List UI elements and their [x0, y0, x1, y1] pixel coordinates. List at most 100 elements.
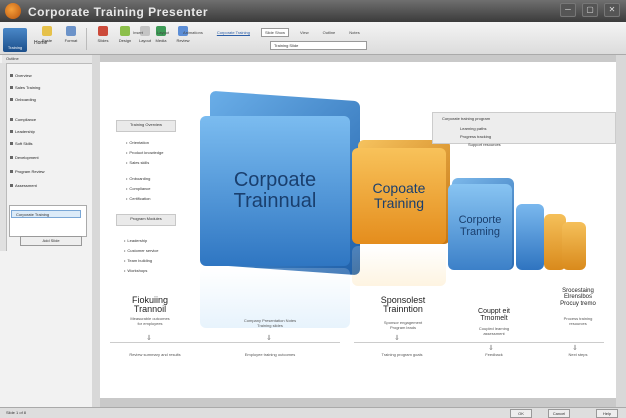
bullet-item: Compliance: [126, 186, 150, 191]
footer-note: Training program goals: [381, 352, 423, 357]
format-label: Format: [64, 38, 78, 43]
sidebar-scrollbar[interactable]: [0, 63, 7, 251]
design-icon: [120, 26, 130, 36]
sidebar-item-leadership[interactable]: Leadership: [10, 129, 35, 134]
sidebar-item-compliance[interactable]: Compliance: [10, 117, 36, 122]
footer-note: Employee training outcomes: [244, 352, 296, 357]
design-label: Design: [118, 38, 132, 43]
slides-icon: [98, 26, 108, 36]
bullet-item: Customer service: [124, 248, 158, 253]
down-arrow-icon: ⇓: [488, 345, 494, 352]
close-button[interactable]: ✕: [604, 3, 620, 17]
slide-name-input[interactable]: Training Slide: [270, 41, 367, 50]
caption-subtitle: Company Presentation Notes Training slid…: [243, 318, 297, 329]
training-overview-label: Training Overview: [116, 120, 176, 132]
tab-corporate-training[interactable]: Corporate Training: [214, 29, 253, 36]
panel-line: Learning paths: [460, 126, 487, 131]
review-label: Review: [176, 38, 190, 43]
divider-line: [110, 342, 340, 343]
bullet-item: Leadership: [124, 238, 147, 243]
bullet-item: Orientation: [126, 140, 149, 145]
bullet-icon: [10, 156, 13, 159]
add-slide-button[interactable]: Add Slide: [20, 236, 82, 246]
sidebar-item-label: Leadership: [15, 129, 35, 134]
title-bar: Corporate Training Presenter ─ ▢ ✕: [0, 0, 626, 22]
format-button[interactable]: Format: [60, 26, 82, 50]
paste-button[interactable]: Paste: [36, 26, 58, 50]
bullet-icon: [10, 86, 13, 89]
sidebar-item-sales-training[interactable]: Sales Training: [10, 85, 40, 90]
clipboard-icon: [42, 26, 52, 36]
sidebar-item-program-review[interactable]: Program Review: [10, 169, 45, 174]
slide-canvas: Training Overview Orientation Product kn…: [100, 62, 616, 398]
sidebar-header: Outline: [2, 55, 92, 64]
down-arrow-icon: ⇓: [146, 335, 152, 342]
window-title: Corporate Training Presenter: [28, 5, 209, 19]
outline-sidebar: Outline Overview Sales Training Onboardi…: [0, 55, 93, 407]
caption-title: Couppt eit Trnomelt: [478, 308, 510, 323]
ribbon-divider: [86, 28, 87, 50]
slides-button[interactable]: Slides: [92, 26, 114, 50]
canvas-right-scrollbar[interactable]: [616, 55, 626, 407]
tab-view[interactable]: View: [297, 29, 312, 36]
bullet-icon: [10, 98, 13, 101]
caption-subtitle: Process training resources: [563, 316, 593, 327]
cube-medium: Copoate Training: [352, 148, 446, 244]
media-label: Media: [155, 38, 167, 43]
sidebar-selected-item[interactable]: Corporate Training: [11, 210, 81, 218]
bullet-icon: [10, 142, 13, 145]
bullet-icon: [10, 170, 13, 173]
tab-outline[interactable]: Outline: [320, 29, 339, 36]
sidebar-item-development[interactable]: Development: [10, 155, 39, 160]
tab-animations[interactable]: Animations: [180, 29, 206, 36]
caption-title: Fiokuiing Trannoil: [131, 295, 169, 315]
sidebar-item-label: Development: [15, 155, 39, 160]
sidebar-item-onboarding[interactable]: Onboarding: [10, 97, 36, 102]
down-arrow-icon: ⇓: [266, 335, 272, 342]
bullet-icon: [10, 74, 13, 77]
maximize-button[interactable]: ▢: [582, 3, 598, 17]
slides-label: Slides: [97, 38, 109, 43]
paste-label: Paste: [41, 38, 53, 43]
bullet-item: Team building: [124, 258, 152, 263]
tab-slide-show[interactable]: Slide Show: [260, 28, 289, 37]
down-arrow-icon: ⇓: [394, 335, 400, 342]
ribbon-logo-label: Training: [7, 45, 23, 50]
cube-medium-reflection: [352, 246, 446, 286]
tab-layout[interactable]: Layout: [154, 29, 172, 36]
sidebar-item-label: Overview: [15, 73, 32, 78]
cube-large: Corpoate Trainnual: [200, 116, 350, 266]
sidebar-item-soft-skills[interactable]: Soft Skills: [10, 141, 33, 146]
bullet-icon: [10, 184, 13, 187]
ribbon-toolbar: Training Home Paste Format Slides Design…: [0, 22, 626, 55]
app-logo-icon: [5, 3, 21, 19]
footer-note: Review summary and results: [129, 352, 181, 357]
bullet-icon: [10, 130, 13, 133]
bullet-item: Product knowledge: [126, 150, 163, 155]
bullet-item: Sales skills: [126, 160, 149, 165]
caption-subtitle: Coupled learning assessment: [478, 326, 510, 337]
tab-notes[interactable]: Notes: [346, 29, 362, 36]
slide-counter: Slide 1 of 8: [6, 410, 27, 415]
minimize-button[interactable]: ─: [560, 3, 576, 17]
bullet-item: Certification: [126, 196, 150, 201]
footer-note: Feedback: [485, 352, 503, 357]
sidebar-item-label: Assessment: [15, 183, 37, 188]
sidebar-item-overview[interactable]: Overview: [10, 73, 32, 78]
bullet-item: Workshops: [124, 268, 147, 273]
canvas-left-scrollbar[interactable]: [92, 55, 100, 407]
cube-small: Corporte Traming: [448, 184, 512, 270]
caption-title: Srocestaing Elrenslbos Procuy tremo: [560, 288, 596, 307]
tab-insert[interactable]: Insert: [130, 29, 146, 36]
sidebar-item-assessment[interactable]: Assessment: [10, 183, 37, 188]
window-controls: ─ ▢ ✕: [560, 3, 620, 17]
cube-tiny-orange-2: [562, 222, 586, 270]
sidebar-item-label: Soft Skills: [15, 141, 33, 146]
caption-subtitle: Measurable outcomes for employees: [130, 316, 170, 327]
bullet-icon: [10, 118, 13, 121]
ribbon-logo-icon[interactable]: Training: [3, 28, 27, 52]
panel-line: Progress tracking: [460, 134, 492, 139]
format-icon: [66, 26, 76, 36]
program-modules-label: Program Modules: [116, 214, 176, 226]
ribbon-tab-strip: Insert Layout Animations Corporate Train…: [130, 28, 600, 37]
